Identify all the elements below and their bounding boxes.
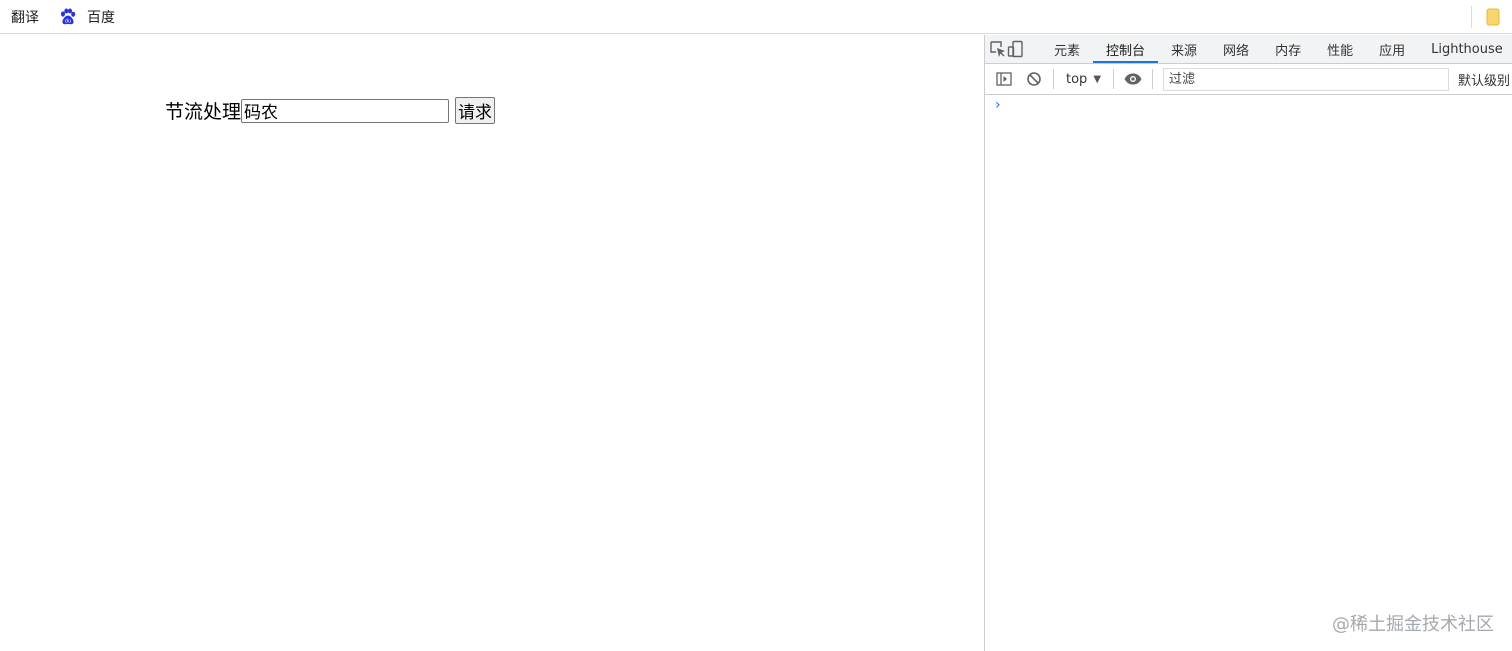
bookmark-label: 百度 xyxy=(87,9,115,26)
tab-label: 控制台 xyxy=(1106,43,1146,59)
sidebar-toggle-icon[interactable] xyxy=(989,64,1019,94)
tab-label: 网络 xyxy=(1223,43,1250,59)
devtools-panel: 元素 控制台 来源 网络 内存 性能 应用 Lighthouse top ▼ 过… xyxy=(984,35,1512,651)
watermark: @稀土掘金技术社区 xyxy=(1332,614,1494,635)
query-input[interactable] xyxy=(241,98,450,123)
console-toolbar: top ▼ 默认级别 xyxy=(985,64,1512,95)
tab-console[interactable]: 控制台 xyxy=(1093,35,1159,63)
filter-input[interactable] xyxy=(1163,67,1450,91)
throttle-form: 节流处理 请求 xyxy=(165,97,496,124)
tab-memory[interactable]: 内存 xyxy=(1262,35,1314,63)
folder-icon[interactable] xyxy=(1486,8,1500,26)
devtools-tabbar: 元素 控制台 来源 网络 内存 性能 应用 Lighthouse xyxy=(985,35,1512,64)
toolbar-divider xyxy=(1113,69,1115,89)
request-button[interactable]: 请求 xyxy=(455,97,496,124)
form-label: 节流处理 xyxy=(165,101,242,123)
caret-down-icon: ▼ xyxy=(1093,73,1102,85)
tab-label: 来源 xyxy=(1171,43,1198,59)
bookmarks-right xyxy=(1471,0,1500,34)
tab-elements[interactable]: 元素 xyxy=(1041,35,1093,63)
tab-sources[interactable]: 来源 xyxy=(1158,35,1210,63)
svg-text:du: du xyxy=(65,18,71,24)
tab-label: 性能 xyxy=(1327,43,1354,59)
page-content: 节流处理 请求 xyxy=(0,35,984,651)
inspect-element-icon[interactable] xyxy=(989,35,1007,63)
prompt-chevron-icon: › xyxy=(995,97,1001,113)
tab-label: 应用 xyxy=(1379,43,1406,59)
live-expression-eye-icon[interactable] xyxy=(1118,64,1148,94)
bookmarks-bar: 翻译 du 百度 xyxy=(0,0,1512,34)
bookmark-translate[interactable]: 翻译 xyxy=(0,5,49,29)
toolbar-divider xyxy=(1152,69,1154,89)
toolbar-divider xyxy=(1053,69,1054,89)
clear-console-icon[interactable] xyxy=(1019,64,1049,94)
context-selector[interactable]: top ▼ xyxy=(1058,72,1109,87)
console-prompt[interactable]: › xyxy=(985,95,1512,115)
tab-label: 内存 xyxy=(1275,43,1302,59)
tab-network[interactable]: 网络 xyxy=(1210,35,1262,63)
baidu-paw-icon: du xyxy=(61,8,76,24)
context-value: top xyxy=(1066,71,1088,87)
bookmark-baidu[interactable]: du 百度 xyxy=(49,5,125,29)
device-toggle-icon[interactable] xyxy=(1007,35,1025,63)
log-levels-dropdown[interactable]: 默认级别 xyxy=(1458,70,1510,89)
bookmarks-divider xyxy=(1471,6,1472,28)
tab-label: 元素 xyxy=(1054,43,1081,59)
tab-lighthouse[interactable]: Lighthouse xyxy=(1418,35,1512,63)
tab-label: Lighthouse xyxy=(1431,41,1503,57)
tab-performance[interactable]: 性能 xyxy=(1314,35,1366,63)
bookmark-label: 翻译 xyxy=(11,9,39,26)
tab-application[interactable]: 应用 xyxy=(1366,35,1418,63)
